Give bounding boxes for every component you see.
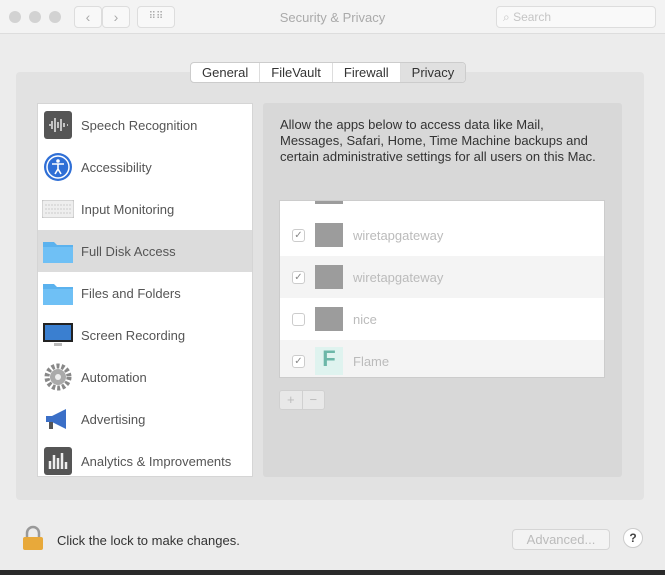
app-name: nice: [353, 311, 377, 327]
lock-icon[interactable]: [22, 525, 44, 554]
waveform-icon: [42, 110, 74, 140]
advanced-button[interactable]: Advanced...: [512, 529, 610, 550]
sidebar-item-automation[interactable]: Automation: [38, 356, 252, 398]
folder-icon: [42, 236, 74, 266]
tab-privacy[interactable]: Privacy: [400, 63, 466, 82]
accessibility-icon: [42, 152, 74, 182]
sidebar-item-label: Accessibility: [81, 159, 152, 175]
sidebar-item-screen-recording[interactable]: Screen Recording: [38, 314, 252, 356]
app-permission-pane: Allow the apps below to access data like…: [263, 103, 622, 477]
app-icon: [315, 307, 343, 331]
sidebar-item-speech-recognition[interactable]: Speech Recognition: [38, 104, 252, 146]
sidebar-item-files-and-folders[interactable]: Files and Folders: [38, 272, 252, 314]
description: Allow the apps below to access data like…: [280, 117, 596, 164]
app-name: wiretapgateway: [353, 227, 444, 243]
megaphone-icon: [42, 404, 74, 434]
sidebar-item-label: Analytics & Improvements: [81, 453, 232, 469]
display-icon: [42, 320, 74, 350]
sidebar-item-label: Full Disk Access: [81, 243, 176, 259]
app-name: wiretapgateway: [353, 269, 444, 285]
tab-bar: General FileVault Firewall Privacy: [190, 62, 467, 83]
tab-general[interactable]: General: [191, 63, 261, 82]
list-item-partial: [280, 201, 604, 214]
app-row: nice: [280, 298, 604, 340]
sidebar-item-label: Automation: [81, 369, 147, 385]
search-icon: ⌕: [503, 10, 514, 24]
sidebar-item-advertising[interactable]: Advertising: [38, 398, 252, 440]
app-checkbox[interactable]: ✓: [292, 228, 305, 242]
app-row: ✓ wiretapgateway: [280, 214, 604, 256]
sidebar-item-full-disk-access[interactable]: Full Disk Access: [38, 230, 252, 272]
remove-button[interactable]: −: [303, 391, 325, 409]
titlebar: ‹ › ⠿⠿ Security & Privacy ⌕ Search: [0, 0, 665, 34]
add-remove-control: + −: [279, 390, 325, 410]
sidebar-item-input-monitoring[interactable]: Input Monitoring: [38, 188, 252, 230]
chart-icon: [42, 446, 74, 476]
add-button[interactable]: +: [280, 391, 303, 409]
lock-text: Click the lock to make changes.: [57, 533, 240, 548]
privacy-category-list: Speech Recognition Accessibility Input Mon…: [37, 103, 253, 477]
app-checkbox[interactable]: ✓: [292, 270, 305, 284]
sidebar-item-label: Input Monitoring: [81, 201, 175, 217]
app-icon: [315, 223, 343, 247]
sidebar-item-label: Screen Recording: [81, 327, 186, 343]
sidebar-item-label: Advertising: [81, 411, 146, 427]
tab-firewall[interactable]: Firewall: [333, 63, 401, 82]
window: ‹ › ⠿⠿ Security & Privacy ⌕ Search Gener…: [0, 0, 665, 570]
gear-icon: [42, 362, 74, 392]
sidebar-item-analytics-improvements[interactable]: Analytics & Improvements: [38, 440, 252, 482]
app-name: Flame: [353, 353, 390, 369]
sidebar-item-accessibility[interactable]: Accessibility: [38, 146, 252, 188]
flame-app-icon: F: [315, 347, 343, 375]
app-list: ✓ wiretapgateway ✓ wiretapgateway nice ✓ F Flam…: [279, 200, 605, 378]
app-checkbox[interactable]: ✓: [292, 354, 305, 368]
sidebar-item-label: Speech Recognition: [81, 117, 198, 133]
app-icon: [315, 265, 343, 289]
app-row: ✓ wiretapgateway: [280, 256, 604, 298]
app-checkbox[interactable]: [292, 312, 305, 326]
tab-filevault[interactable]: FileVault: [260, 63, 333, 82]
app-row: ✓ F Flame: [280, 340, 604, 377]
sidebar-item-label: Files and Folders: [81, 285, 181, 301]
keyboard-icon: [42, 194, 74, 224]
search-input[interactable]: ⌕ Search: [496, 6, 656, 28]
help-button[interactable]: ?: [623, 528, 643, 548]
folder-icon: [42, 278, 74, 308]
